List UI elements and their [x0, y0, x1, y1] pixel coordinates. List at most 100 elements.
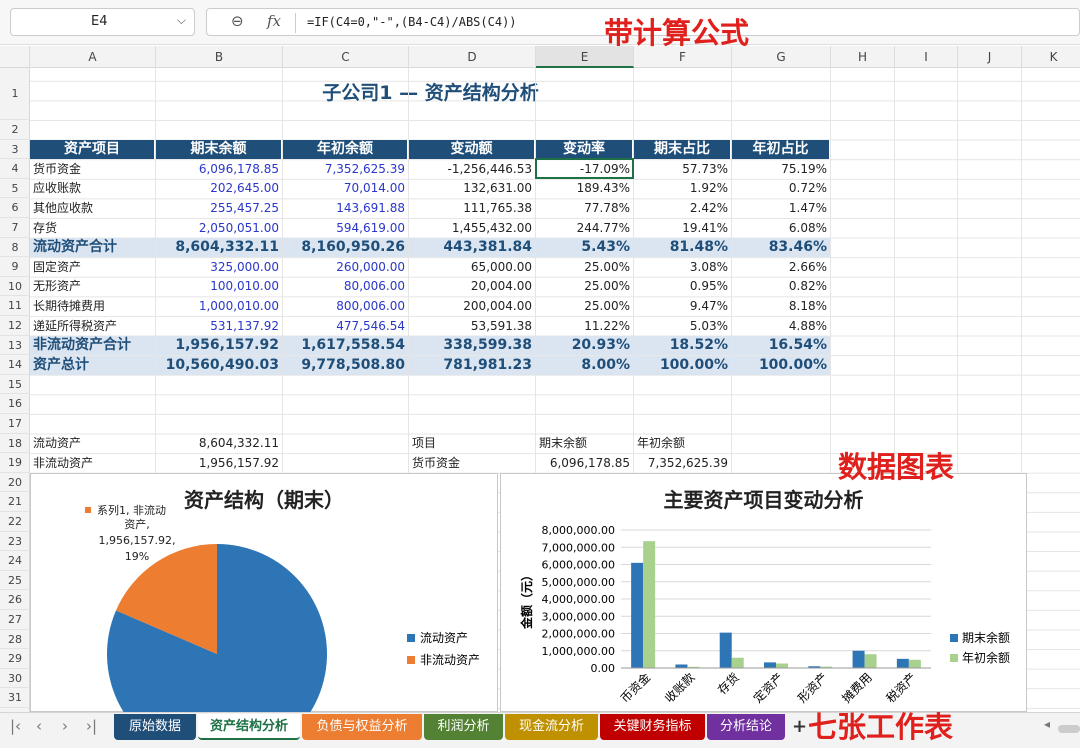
- table-cell[interactable]: 20,004.00: [409, 277, 535, 296]
- bar-0-1[interactable]: [675, 664, 688, 668]
- table-cell[interactable]: 11.22%: [536, 317, 633, 336]
- row-header-10[interactable]: 10: [0, 277, 30, 297]
- table-cell[interactable]: 531,137.92: [156, 317, 282, 336]
- table-cell[interactable]: 16.54%: [732, 336, 830, 356]
- table-cell[interactable]: 8,160,950.26: [283, 238, 408, 258]
- column-header-A[interactable]: A: [30, 46, 156, 68]
- column-header-B[interactable]: B: [156, 46, 283, 68]
- row-header-1[interactable]: 1: [0, 68, 30, 120]
- table-cell[interactable]: 200,004.00: [409, 297, 535, 316]
- table-cell[interactable]: 0.82%: [732, 277, 830, 296]
- row-header-11[interactable]: 11: [0, 296, 30, 316]
- row-header-19[interactable]: 19: [0, 453, 30, 473]
- row-label-cell[interactable]: 货币资金: [30, 160, 155, 179]
- bar-0-5[interactable]: [852, 650, 865, 668]
- table-cell[interactable]: 132,631.00: [409, 179, 535, 198]
- row-header-28[interactable]: 28: [0, 630, 30, 650]
- table-cell[interactable]: 9.47%: [634, 297, 731, 316]
- bar-0-2[interactable]: [719, 632, 732, 668]
- horizontal-scrollbar[interactable]: [1058, 725, 1080, 733]
- sheet-tab-4[interactable]: 利润分析: [424, 714, 503, 740]
- aux-value-cell[interactable]: 8,604,332.11: [156, 434, 282, 453]
- bar-1-0[interactable]: [643, 541, 656, 668]
- table-cell[interactable]: 477,546.54: [283, 317, 408, 336]
- row-label-cell[interactable]: 无形资产: [30, 277, 155, 296]
- table-cell[interactable]: 1,000,010.00: [156, 297, 282, 316]
- row-header-3[interactable]: 3: [0, 140, 30, 160]
- prev-sheet-icon[interactable]: ‹: [36, 717, 42, 735]
- row-header-12[interactable]: 12: [0, 316, 30, 336]
- table-header-cell[interactable]: 期末余额: [156, 140, 282, 160]
- table-cell[interactable]: 5.03%: [634, 317, 731, 336]
- row-header-17[interactable]: 17: [0, 414, 30, 434]
- table-cell[interactable]: 19.41%: [634, 219, 731, 238]
- bar-0-6[interactable]: [896, 658, 909, 668]
- row-header-7[interactable]: 7: [0, 218, 30, 238]
- name-box[interactable]: E4 ⌵: [10, 8, 195, 36]
- table-cell[interactable]: 53,591.38: [409, 317, 535, 336]
- row-header-2[interactable]: 2: [0, 120, 30, 140]
- row-header-8[interactable]: 8: [0, 238, 30, 258]
- table-cell[interactable]: 338,599.38: [409, 336, 535, 356]
- row-label-cell[interactable]: 资产总计: [30, 355, 155, 375]
- table-header-cell[interactable]: 期末占比: [634, 140, 731, 160]
- row-header-20[interactable]: 20: [0, 473, 30, 493]
- row-header-25[interactable]: 25: [0, 571, 30, 591]
- add-sheet-button[interactable]: +: [792, 716, 807, 737]
- table-cell[interactable]: 80,006.00: [283, 277, 408, 296]
- table-cell[interactable]: 100.00%: [634, 355, 731, 375]
- aux-header-cell[interactable]: 项目: [409, 434, 535, 453]
- table-cell[interactable]: 0.72%: [732, 179, 830, 198]
- row-label-cell[interactable]: 固定资产: [30, 258, 155, 277]
- table-cell[interactable]: 244.77%: [536, 219, 633, 238]
- bar-0-0[interactable]: [631, 562, 644, 668]
- table-cell[interactable]: 143,691.88: [283, 199, 408, 218]
- table-cell[interactable]: 443,381.84: [409, 238, 535, 258]
- chevron-down-icon[interactable]: ⌵: [177, 13, 186, 28]
- aux-value-cell[interactable]: 6,096,178.85: [536, 454, 633, 473]
- table-cell[interactable]: 70,014.00: [283, 179, 408, 198]
- table-cell[interactable]: 325,000.00: [156, 258, 282, 277]
- row-header-30[interactable]: 30: [0, 669, 30, 689]
- table-cell[interactable]: 781,981.23: [409, 355, 535, 375]
- row-header-22[interactable]: 22: [0, 512, 30, 532]
- table-cell[interactable]: 81.48%: [634, 238, 731, 258]
- aux-value-cell[interactable]: 货币资金: [409, 454, 535, 473]
- row-header-5[interactable]: 5: [0, 179, 30, 199]
- sheet-tab-6[interactable]: 关键财务指标: [600, 714, 705, 740]
- aux-label-cell[interactable]: 非流动资产: [30, 454, 155, 473]
- table-cell[interactable]: 65,000.00: [409, 258, 535, 277]
- sheet-tab-7[interactable]: 分析结论: [707, 714, 785, 740]
- table-cell[interactable]: 202,645.00: [156, 179, 282, 198]
- column-header-H[interactable]: H: [831, 46, 895, 68]
- pie-chart[interactable]: 资产结构（期末） 流动资产 非流动资产 系列1, 非流动 资产, 1,956,157…: [30, 473, 498, 713]
- row-header-14[interactable]: 14: [0, 355, 30, 375]
- table-cell[interactable]: 0.95%: [634, 277, 731, 296]
- table-header-cell[interactable]: 变动额: [409, 140, 535, 160]
- row-header-16[interactable]: 16: [0, 394, 30, 414]
- table-cell[interactable]: 6.08%: [732, 219, 830, 238]
- sheet-tab-5[interactable]: 现金流分析: [505, 714, 598, 740]
- row-header-21[interactable]: 21: [0, 492, 30, 512]
- row-label-cell[interactable]: 递延所得税资产: [30, 317, 155, 336]
- table-cell[interactable]: 800,006.00: [283, 297, 408, 316]
- table-cell[interactable]: 100,010.00: [156, 277, 282, 296]
- next-sheet-icon[interactable]: ›: [62, 717, 68, 735]
- row-header-29[interactable]: 29: [0, 649, 30, 669]
- table-header-cell[interactable]: 变动率: [536, 140, 633, 160]
- row-header-27[interactable]: 27: [0, 610, 30, 630]
- table-cell[interactable]: 9,778,508.80: [283, 355, 408, 375]
- last-sheet-icon[interactable]: ›|: [86, 717, 97, 735]
- table-cell[interactable]: 1,617,558.54: [283, 336, 408, 356]
- row-header-15[interactable]: 15: [0, 375, 30, 395]
- table-cell[interactable]: 8,604,332.11: [156, 238, 282, 258]
- table-header-cell[interactable]: 资产项目: [30, 140, 155, 160]
- table-cell[interactable]: 594,619.00: [283, 219, 408, 238]
- table-cell[interactable]: 25.00%: [536, 297, 633, 316]
- row-header-24[interactable]: 24: [0, 551, 30, 571]
- table-cell[interactable]: 25.00%: [536, 258, 633, 277]
- row-label-cell[interactable]: 应收账款: [30, 179, 155, 198]
- column-header-K[interactable]: K: [1022, 46, 1080, 68]
- sheet-tab-2[interactable]: 资产结构分析: [198, 714, 300, 740]
- bar-1-2[interactable]: [731, 657, 744, 668]
